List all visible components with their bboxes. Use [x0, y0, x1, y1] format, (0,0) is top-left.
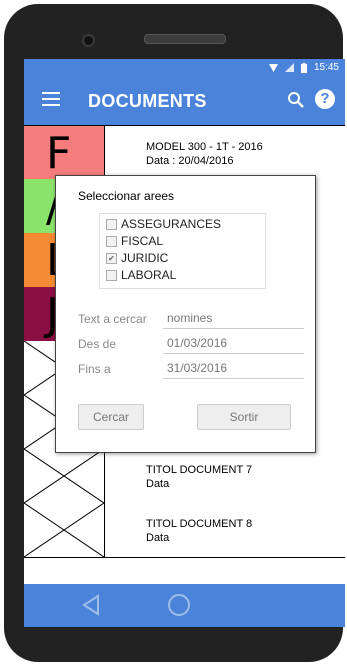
document-date: Data : 20/04/2016 [146, 155, 234, 167]
thumbnail-letter: F [46, 128, 72, 179]
camera [82, 34, 95, 47]
document-text: MODEL 300 - 1T - 2016 Data : 20/04/2016 [146, 140, 263, 168]
speaker [144, 34, 226, 44]
battery-icon [300, 62, 307, 73]
checkbox-checked-icon[interactable]: ✔ [106, 252, 117, 264]
text-search-input[interactable]: nomines [163, 311, 304, 329]
hamburger-icon[interactable] [42, 92, 60, 106]
area-label: ASSEGURANCES [121, 217, 222, 231]
search-icon[interactable] [287, 91, 305, 109]
document-title: TITOL DOCUMENT 8 [146, 518, 253, 530]
date-from-input[interactable]: 01/03/2016 [163, 336, 304, 354]
document-row[interactable]: TITOL DOCUMENT 8 Data [24, 502, 345, 558]
area-label: JURIDIC [121, 251, 169, 265]
document-thumbnail: F [24, 126, 105, 180]
area-option[interactable]: ✔ JURIDIC [106, 251, 168, 265]
image-placeholder-icon [24, 448, 105, 504]
document-date: Data [146, 532, 170, 544]
area-option[interactable]: LABORAL [106, 268, 176, 282]
status-time: 15:45 [313, 62, 339, 73]
area-label: LABORAL [121, 268, 177, 282]
screen: 15:45 DOCUMENTS ? F MODEL 300 - 1T - 2016… [24, 59, 345, 627]
back-icon[interactable] [82, 594, 100, 616]
wifi-icon [268, 63, 278, 72]
page-title: DOCUMENTS [88, 91, 207, 111]
date-from-label: Des de [78, 337, 117, 351]
text-search-label: Text a cercar [78, 312, 147, 326]
document-title: TITOL DOCUMENT 7 [146, 464, 253, 476]
area-option[interactable]: FISCAL [106, 234, 163, 248]
checkbox-icon[interactable] [106, 218, 117, 230]
search-button[interactable]: Cercar [78, 404, 144, 430]
checkbox-icon[interactable] [106, 235, 117, 247]
date-to-input[interactable]: 31/03/2016 [163, 361, 304, 379]
app-bar: DOCUMENTS ? [24, 77, 345, 125]
status-bar: 15:45 [24, 59, 345, 77]
signal-icon [284, 63, 294, 72]
document-text: TITOL DOCUMENT 8 Data [146, 517, 252, 545]
document-text: TITOL DOCUMENT 7 Data [146, 463, 252, 491]
navigation-bar [24, 584, 345, 627]
area-option[interactable]: ASSEGURANCES [106, 217, 221, 231]
document-date: Data [146, 478, 170, 490]
help-icon[interactable]: ? [315, 89, 335, 109]
area-selection-dialog: Seleccionar arees ASSEGURANCES FISCAL ✔ JUR… [55, 175, 316, 453]
checkbox-icon[interactable] [106, 269, 117, 281]
dialog-title: Seleccionar arees [78, 189, 175, 203]
document-title: MODEL 300 - 1T - 2016 [146, 141, 263, 153]
area-label: FISCAL [121, 234, 164, 248]
phone-frame: 15:45 DOCUMENTS ? F MODEL 300 - 1T - 2016… [4, 4, 345, 662]
image-placeholder-icon [24, 502, 105, 558]
document-row[interactable]: TITOL DOCUMENT 7 Data [24, 448, 345, 504]
exit-button[interactable]: Sortir [197, 404, 291, 430]
home-icon[interactable] [168, 594, 190, 616]
date-to-label: Fins a [78, 362, 111, 376]
document-row[interactable]: F MODEL 300 - 1T - 2016 Data : 20/04/2016 [24, 125, 345, 181]
area-list: ASSEGURANCES FISCAL ✔ JURIDIC LABORAL [99, 213, 266, 289]
